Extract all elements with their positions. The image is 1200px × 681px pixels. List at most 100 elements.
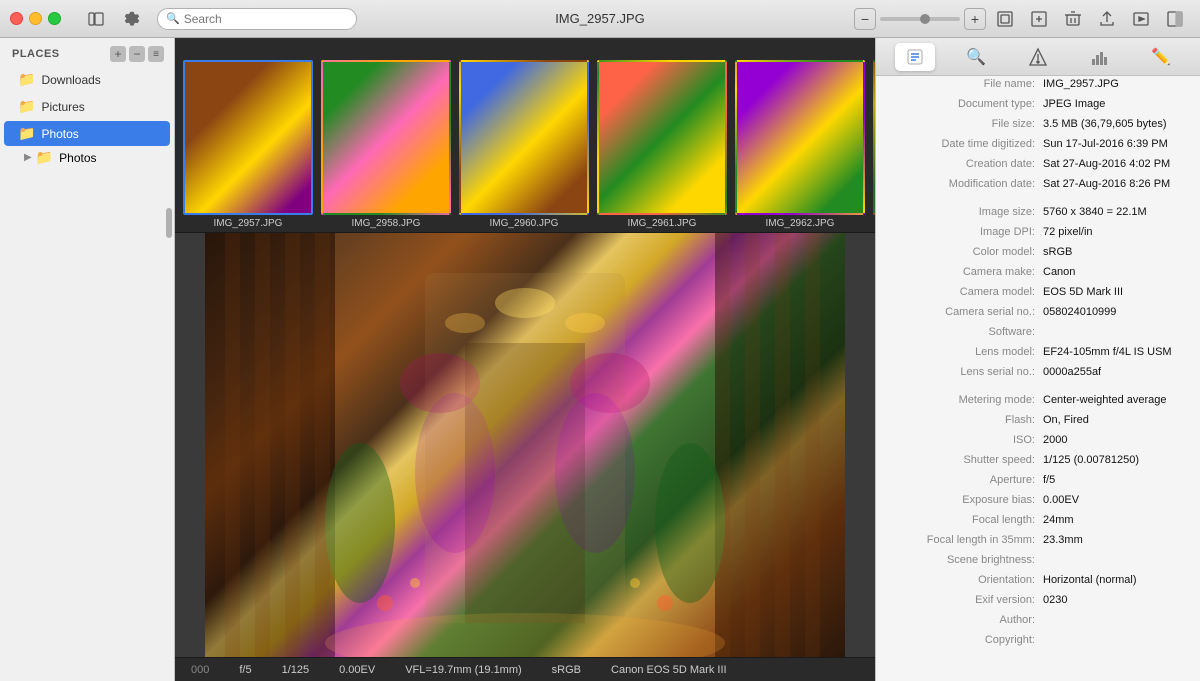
inspector-panel: 🔍 ✏️ File name:IMG_2957.JPGDocument (875, 38, 1200, 681)
info-label: Color model: (888, 246, 1043, 258)
info-row: Image size:5760 x 3840 = 22.1M (876, 204, 1200, 224)
sidebar-scroll-area (0, 168, 174, 681)
main-image (205, 233, 845, 657)
inspector-tab-histogram[interactable] (1080, 43, 1120, 71)
info-row: Flash:On, Fired (876, 412, 1200, 432)
thumbnail-label: IMG_2960.JPG (490, 218, 559, 229)
filmstrip: IMG_2957.JPG IMG_2958.JPG IMG_2960.JPG I… (175, 38, 875, 233)
sidebar-item-photos[interactable]: 📁 Photos (4, 121, 170, 146)
thumbnail-item[interactable]: IMG_... (873, 60, 875, 232)
info-label: Flash: (888, 414, 1043, 426)
inspector-tab-search[interactable]: 🔍 (956, 43, 996, 71)
sidebar-item-label: Pictures (41, 100, 84, 114)
info-row: File name:IMG_2957.JPG (876, 76, 1200, 96)
info-value: Canon (1043, 266, 1075, 278)
sidebar-toggle-button[interactable] (81, 6, 111, 32)
info-value: EOS 5D Mark III (1043, 286, 1123, 298)
info-row: Exposure bias:0.00EV (876, 492, 1200, 512)
thumbnail-image (183, 60, 313, 215)
info-value: Sun 17-Jul-2016 6:39 PM (1043, 138, 1168, 150)
share-button[interactable] (1092, 6, 1122, 32)
info-value: f/5 (1043, 474, 1055, 486)
inspector-toolbar: 🔍 ✏️ (876, 38, 1200, 76)
info-row: Copyright: (876, 632, 1200, 652)
info-value: 23.3mm (1043, 534, 1083, 546)
options-button[interactable]: ≡ (148, 46, 164, 62)
zoom-out-button[interactable]: − (854, 8, 876, 30)
sidebar-item-photos-sub[interactable]: ▶ 📁 Photos (0, 147, 174, 168)
info-row: Document type:JPEG Image (876, 96, 1200, 116)
remove-place-button[interactable]: − (129, 46, 145, 62)
sidebar-item-pictures[interactable]: 📁 Pictures (4, 94, 170, 119)
info-label: Orientation: (888, 574, 1043, 586)
settings-button[interactable] (117, 6, 147, 32)
search-icon: 🔍 (166, 12, 180, 25)
info-value: 1/125 (0.00781250) (1043, 454, 1139, 466)
zoom-slider[interactable] (880, 17, 960, 21)
info-row: Image DPI:72 pixel/in (876, 224, 1200, 244)
info-label: Author: (888, 614, 1043, 626)
close-button[interactable] (10, 12, 23, 25)
info-value: 0230 (1043, 594, 1067, 606)
info-separator (876, 384, 1200, 392)
info-value: Sat 27-Aug-2016 8:26 PM (1043, 178, 1170, 190)
info-row: Aperture:f/5 (876, 472, 1200, 492)
minimize-button[interactable] (29, 12, 42, 25)
status-bar: 000 f/5 1/125 0.00EV VFL=19.7mm (19.1mm)… (175, 657, 875, 681)
info-value: 0000a255af (1043, 366, 1101, 378)
toolbar-right: − + (834, 6, 1190, 32)
thumbnail-image (459, 60, 589, 215)
delete-button[interactable] (1058, 6, 1088, 32)
search-bar[interactable]: 🔍 (157, 8, 357, 30)
content-area: IMG_2957.JPG IMG_2958.JPG IMG_2960.JPG I… (175, 38, 875, 681)
inspector-toggle-button[interactable] (1160, 6, 1190, 32)
thumbnail-item[interactable]: IMG_2957.JPG (183, 60, 313, 232)
thumbnail-item[interactable]: IMG_2961.JPG (597, 60, 727, 232)
sidebar-item-downloads[interactable]: 📁 Downloads (4, 67, 170, 92)
info-value: 24mm (1043, 514, 1074, 526)
info-value: 72 pixel/in (1043, 226, 1093, 238)
info-label: Image size: (888, 206, 1043, 218)
info-value: 2000 (1043, 434, 1067, 446)
info-row: Orientation:Horizontal (normal) (876, 572, 1200, 592)
info-row: Focal length:24mm (876, 512, 1200, 532)
info-value: Horizontal (normal) (1043, 574, 1137, 586)
folder-icon: 📁 (18, 125, 35, 142)
info-value: IMG_2957.JPG (1043, 78, 1119, 90)
thumbnail-item[interactable]: IMG_2962.JPG (735, 60, 865, 232)
info-row: Camera make:Canon (876, 264, 1200, 284)
info-label: Scene brightness: (888, 554, 1043, 566)
info-label: Modification date: (888, 178, 1043, 190)
zoom-in-button[interactable]: + (964, 8, 986, 30)
thumbnail-item[interactable]: IMG_2958.JPG (321, 60, 451, 232)
inspector-tab-info[interactable] (895, 43, 935, 71)
slideshow-button[interactable] (1126, 6, 1156, 32)
info-label: Aperture: (888, 474, 1043, 486)
info-row: Lens model:EF24-105mm f/4L IS USM (876, 344, 1200, 364)
info-row: Camera model:EOS 5D Mark III (876, 284, 1200, 304)
info-label: Metering mode: (888, 394, 1043, 406)
info-label: Focal length: (888, 514, 1043, 526)
actual-size-button[interactable] (1024, 6, 1054, 32)
info-row: Date time digitized:Sun 17-Jul-2016 6:39… (876, 136, 1200, 156)
info-label: Exposure bias: (888, 494, 1043, 506)
inspector-tab-edit[interactable]: ✏️ (1141, 43, 1181, 71)
thumbnail-label: IMG_2957.JPG (214, 218, 283, 229)
sidebar-item-label: Downloads (41, 73, 100, 87)
info-label: Lens model: (888, 346, 1043, 358)
folder-icon: 📁 (36, 149, 53, 166)
info-value: 058024010999 (1043, 306, 1116, 318)
main-image-area[interactable] (175, 233, 875, 657)
maximize-button[interactable] (48, 12, 61, 25)
sidebar-scrollbar[interactable] (166, 208, 172, 238)
fit-window-button[interactable] (990, 6, 1020, 32)
status-item: 000 (191, 664, 209, 676)
inspector-tab-adjust[interactable] (1018, 43, 1058, 71)
search-input[interactable] (184, 12, 348, 26)
thumbnail-item[interactable]: IMG_2960.JPG (459, 60, 589, 232)
info-row: Camera serial no.:058024010999 (876, 304, 1200, 324)
info-label: ISO: (888, 434, 1043, 446)
add-place-button[interactable]: + (110, 46, 126, 62)
info-value: 5760 x 3840 = 22.1M (1043, 206, 1147, 218)
thumbnail-label: IMG_2961.JPG (628, 218, 697, 229)
